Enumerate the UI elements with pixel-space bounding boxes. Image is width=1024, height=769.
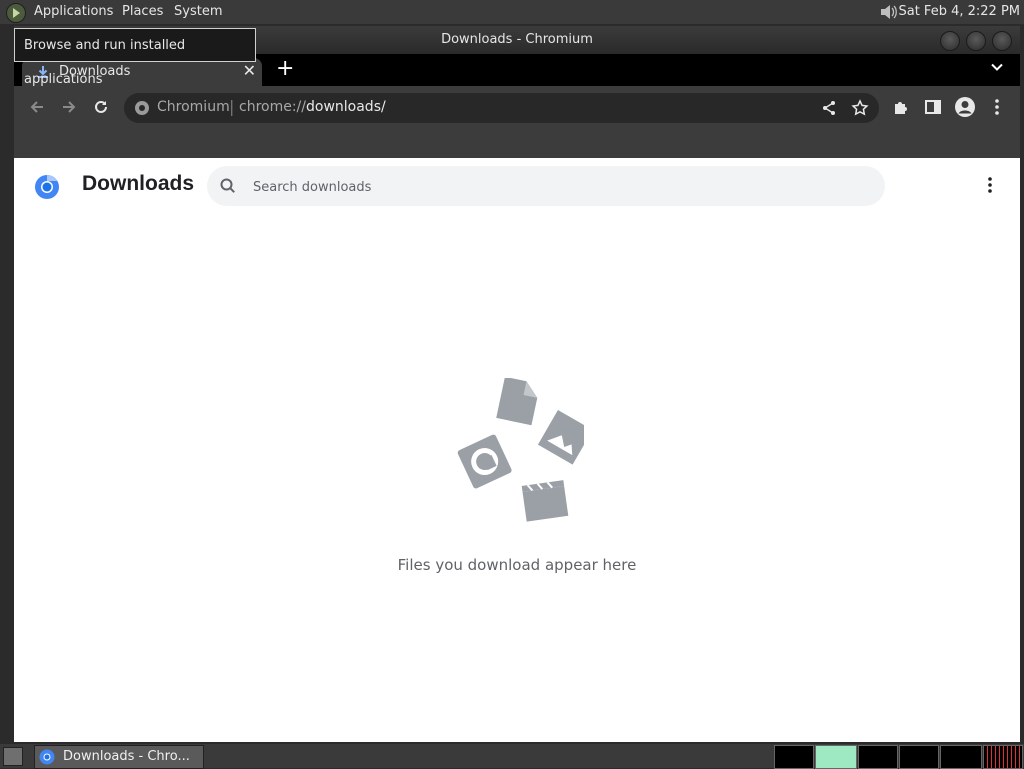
new-tab-icon[interactable]: + [276, 56, 294, 81]
taskbar-window-button[interactable]: Downloads - Chro... [34, 745, 204, 769]
downloads-page: Downloads Search downloads Files you dow… [14, 158, 1020, 742]
workspace-1[interactable] [774, 745, 814, 769]
minimize-button[interactable] [940, 31, 960, 51]
omnibox-site-chip: Chromium [157, 99, 230, 115]
image-icon [537, 409, 584, 465]
search-icon [220, 178, 235, 193]
close-window-button[interactable] [992, 31, 1012, 51]
profile-avatar-icon[interactable] [954, 96, 976, 118]
cpu-monitor-graph[interactable] [983, 745, 1023, 769]
search-box[interactable] [207, 166, 885, 206]
audio-file-icon [457, 434, 512, 489]
chevron-down-icon[interactable] [990, 60, 1004, 74]
show-desktop-icon[interactable] [3, 747, 23, 766]
empty-state-message: Files you download appear here [397, 556, 637, 574]
workspace-4[interactable] [899, 745, 939, 769]
chromium-logo-icon [35, 175, 59, 199]
omnibox-separator: | [229, 97, 235, 116]
top-panel: Applications Places System Sat Feb 4, 2:… [0, 0, 1024, 24]
menu-system[interactable]: System [174, 4, 222, 19]
taskbar-window-label: Downloads - Chro... [63, 749, 190, 764]
browser-window: Downloads - Chromium Downloads ✕ + [14, 26, 1020, 742]
workspace-3[interactable] [858, 745, 898, 769]
menu-applications[interactable]: Applications [34, 4, 113, 19]
gnome-foot-icon[interactable] [6, 3, 26, 23]
clock[interactable]: Sat Feb 4, 2:22 PM [898, 4, 1020, 19]
reload-icon[interactable] [92, 98, 110, 116]
browser-menu-icon[interactable] [990, 98, 1004, 116]
forward-icon[interactable] [60, 98, 78, 116]
tab-close-icon[interactable]: ✕ [243, 61, 256, 80]
toolbar: Chromium | chrome://downloads/ [14, 86, 1020, 158]
chromium-site-icon [135, 101, 149, 115]
volume-icon[interactable] [878, 2, 900, 22]
tooltip: Browse and run installed applications [14, 28, 256, 87]
more-actions-icon[interactable] [986, 176, 994, 194]
search-input[interactable] [251, 176, 855, 198]
document-icon [496, 378, 538, 426]
omnibox-url[interactable]: chrome://downloads/ [239, 99, 386, 115]
address-bar[interactable]: Chromium | chrome://downloads/ [124, 93, 879, 123]
extensions-puzzle-icon[interactable] [892, 98, 910, 116]
page-title: Downloads [82, 172, 195, 195]
window-title: Downloads - Chromium [441, 32, 593, 47]
system-monitor-graph[interactable] [940, 745, 982, 769]
workspace-2[interactable] [815, 745, 857, 769]
maximize-button[interactable] [966, 31, 986, 51]
bookmark-star-icon[interactable] [851, 99, 869, 117]
menu-places[interactable]: Places [122, 4, 163, 19]
share-icon[interactable] [821, 100, 837, 116]
side-panel-icon[interactable] [924, 98, 942, 116]
empty-downloads-illustration [457, 378, 584, 522]
bottom-panel: Downloads - Chro... [0, 744, 1024, 769]
video-clapper-icon [521, 480, 569, 522]
back-icon[interactable] [28, 98, 46, 116]
chromium-taskbar-icon [39, 749, 55, 765]
